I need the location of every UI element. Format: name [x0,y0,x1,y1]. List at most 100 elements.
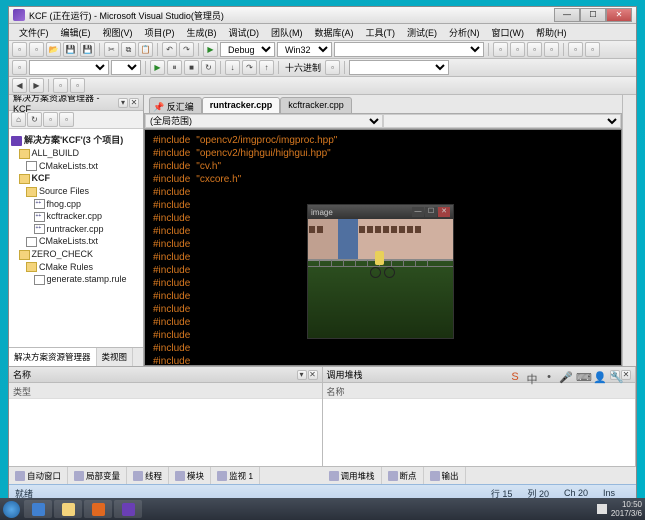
menu-data[interactable]: 数据库(A) [309,24,360,40]
bottom-tab[interactable]: 监视 1 [211,467,260,484]
tree-item[interactable]: generate.stamp.rule [11,273,141,286]
bottom-tab[interactable]: 自动窗口 [9,467,68,484]
step-out-icon[interactable]: ↑ [259,60,274,75]
menu-team[interactable]: 团队(M) [265,24,309,40]
nav-back-icon[interactable]: ◀ [12,78,27,93]
tab-class-view[interactable]: 类视图 [97,348,134,366]
step-over-icon[interactable]: ↷ [242,60,257,75]
tree-item[interactable]: runtracker.cpp [11,223,141,236]
thread-select[interactable] [111,60,141,75]
continue-icon[interactable]: ▶ [150,60,165,75]
img-close-icon[interactable]: ✕ [438,207,450,217]
bottom-tab[interactable]: 模块 [169,467,211,484]
undo-icon[interactable]: ↶ [162,42,177,57]
start-button[interactable] [3,501,20,518]
toolbox-icon[interactable]: ▫ [493,42,508,57]
add-item-icon[interactable]: ▫ [29,42,44,57]
step-into-icon[interactable]: ↓ [225,60,240,75]
nav-fwd-icon[interactable]: ▶ [29,78,44,93]
stack-frame-select[interactable] [349,60,449,75]
panel-close-icon[interactable]: ✕ [308,370,318,380]
bottom-tab[interactable]: 局部变量 [68,467,127,484]
stop-icon[interactable]: ■ [184,60,199,75]
callstack-body[interactable]: S 中 • 🎤 ⌨ 👤 🔧 [323,399,636,466]
refresh-icon[interactable]: ↻ [27,112,42,127]
opencv-image-window[interactable]: image — ☐ ✕ [307,204,454,339]
task-explorer[interactable] [54,500,82,518]
hex-toggle-icon[interactable]: ▫ [325,60,340,75]
ime-lang-icon[interactable]: 中 [525,371,539,385]
sidebar-close-icon[interactable]: ✕ [129,98,139,108]
menu-project[interactable]: 项目(P) [139,24,181,40]
img-max-icon[interactable]: ☐ [425,207,437,217]
config-select[interactable]: Debug [220,42,275,57]
minimize-button[interactable]: — [554,8,580,22]
toolbox2-icon[interactable]: ▫ [544,42,559,57]
new-project-icon[interactable]: ▫ [12,42,27,57]
menu-help[interactable]: 帮助(H) [530,24,573,40]
bottom-tab[interactable]: 断点 [382,467,424,484]
img-min-icon[interactable]: — [412,207,424,217]
tree-item[interactable]: ZERO_CHECK [11,248,141,261]
redo-icon[interactable]: ↷ [179,42,194,57]
pinned-tab[interactable]: 📌 反汇编 [149,97,202,113]
ime-mic-icon[interactable]: 🎤 [559,371,573,385]
windows-taskbar[interactable]: 10:50 2017/3/6 [0,498,645,520]
properties-icon[interactable]: ▫ [510,42,525,57]
pause-icon[interactable]: ⏸ [167,60,182,75]
paste-icon[interactable]: 📋 [138,42,153,57]
menu-view[interactable]: 视图(V) [97,24,139,40]
tree-item[interactable]: CMakeLists.txt [11,235,141,248]
menu-debug[interactable]: 调试(D) [223,24,266,40]
platform-select[interactable]: Win32 [277,42,332,57]
ext-icon[interactable]: ▫ [585,42,600,57]
task-firefox[interactable] [84,500,112,518]
show-all-icon[interactable]: ▫ [43,112,58,127]
ime-gear-icon[interactable]: 🔧 [610,371,624,385]
panel-pin-icon[interactable]: ▾ [297,370,307,380]
bookmark-icon[interactable]: ▫ [53,78,68,93]
bottom-tab[interactable]: 输出 [424,467,466,484]
tree-item[interactable]: ALL_BUILD [11,147,141,160]
tree-item[interactable]: Source Files [11,185,141,198]
restart-icon[interactable]: ↻ [201,60,216,75]
right-docked-tabs[interactable] [622,95,636,366]
ime-punct-icon[interactable]: • [542,371,556,385]
process-icon[interactable]: ▫ [12,60,27,75]
scope-select[interactable]: (全局范围) [145,114,383,128]
start-page-icon[interactable]: ▫ [568,42,583,57]
bottom-tab[interactable]: 线程 [127,467,169,484]
solution-root[interactable]: 解决方案'KCF'(3 个项目) [11,132,141,147]
system-tray[interactable]: 10:50 2017/3/6 [597,500,642,518]
start-debug-icon[interactable]: ▶ [203,42,218,57]
tree-item[interactable]: kcftracker.cpp [11,210,141,223]
sidebar-dropdown-icon[interactable]: ▾ [118,98,128,108]
properties-btn-icon[interactable]: ▫ [59,112,74,127]
maximize-button[interactable]: ☐ [580,8,606,22]
save-icon[interactable]: 💾 [63,42,78,57]
menu-edit[interactable]: 编辑(E) [55,24,97,40]
ime-keyboard-icon[interactable]: ⌨ [576,371,590,385]
close-button[interactable]: ✕ [606,8,632,22]
menu-window[interactable]: 窗口(W) [486,24,531,40]
save-all-icon[interactable]: 💾 [80,42,95,57]
menu-build[interactable]: 生成(B) [181,24,223,40]
ime-icon[interactable]: S [508,371,522,385]
open-icon[interactable]: 📂 [46,42,61,57]
ime-tool-icon[interactable]: 👤 [593,371,607,385]
find-select[interactable] [334,42,484,57]
cut-icon[interactable]: ✂ [104,42,119,57]
menu-test[interactable]: 测试(E) [401,24,443,40]
process-select[interactable] [29,60,109,75]
title-bar[interactable]: KCF (正在运行) - Microsoft Visual Studio(管理员… [9,7,636,24]
tree-item[interactable]: fhog.cpp [11,198,141,211]
menu-file[interactable]: 文件(F) [13,24,55,40]
autos-body[interactable] [9,399,322,466]
home-icon[interactable]: ⌂ [11,112,26,127]
bottom-tab[interactable]: 调用堆栈 [323,467,382,484]
task-vs[interactable] [114,500,142,518]
tab-runtracker[interactable]: runtracker.cpp [202,97,281,113]
member-select[interactable] [383,114,621,128]
tab-solution-explorer[interactable]: 解决方案资源管理器 [9,348,97,366]
tree-item[interactable]: KCF [11,172,141,185]
